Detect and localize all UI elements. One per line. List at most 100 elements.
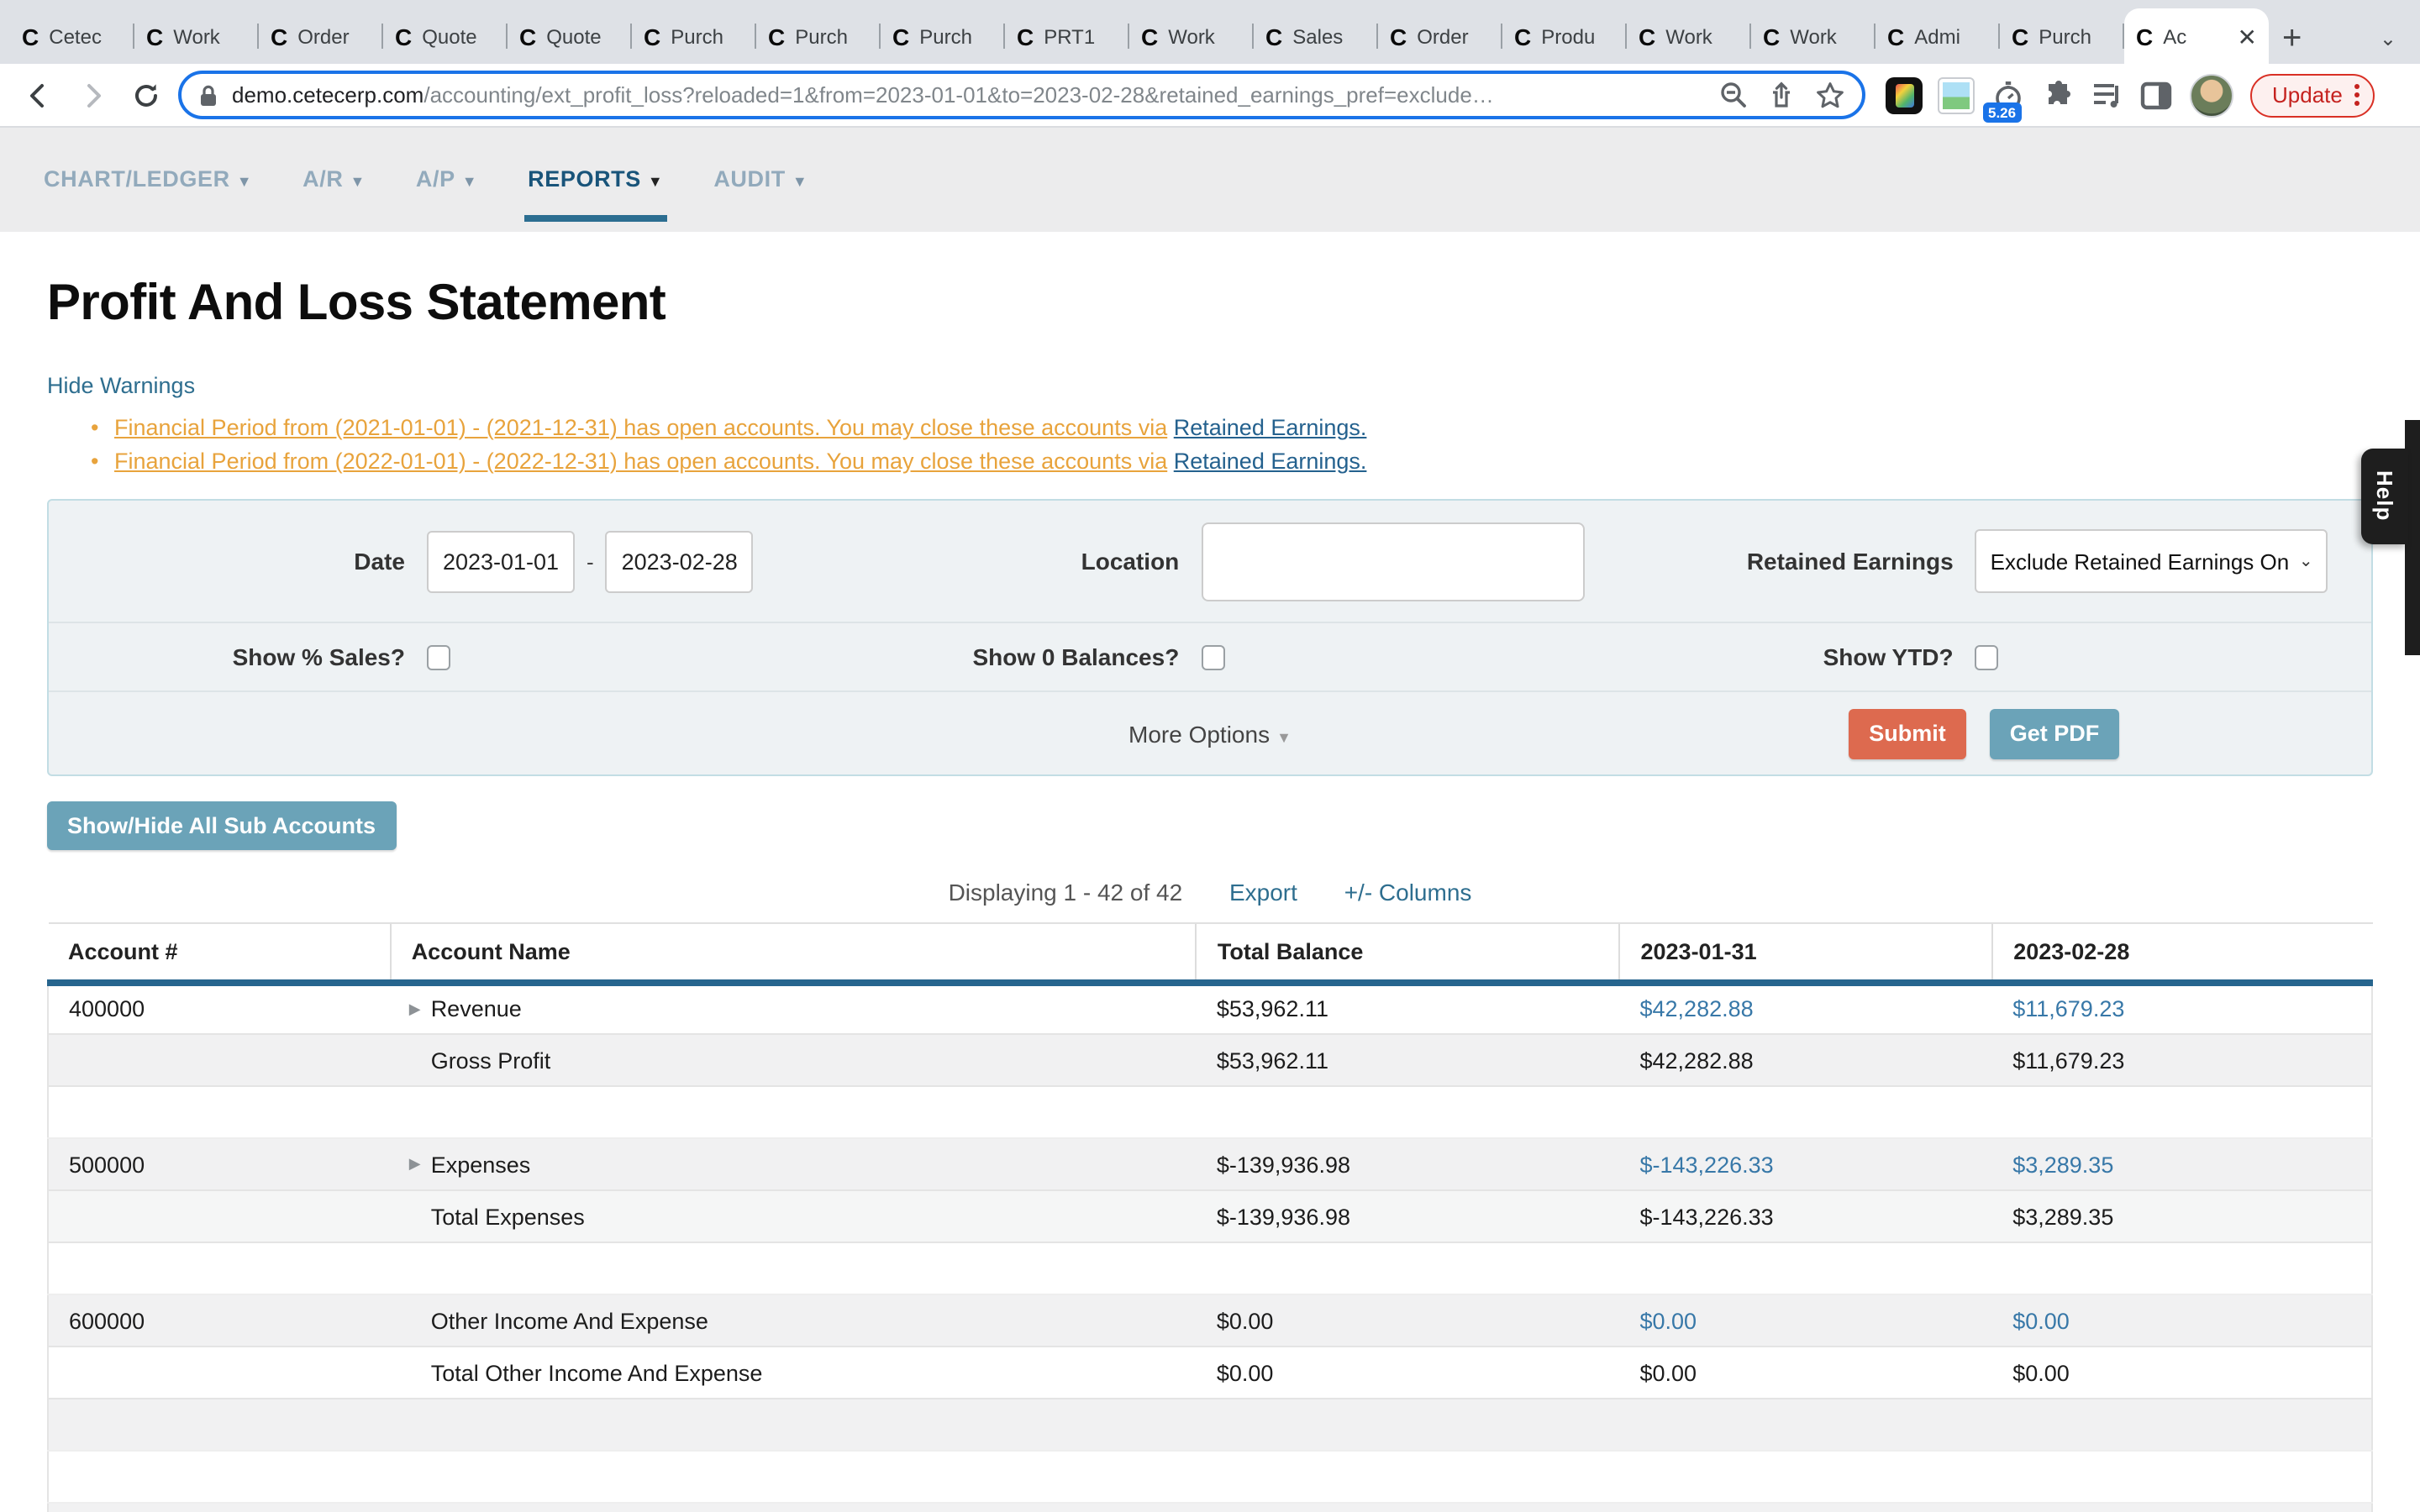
page-title: Profit And Loss Statement: [47, 232, 2373, 333]
lock-icon: [198, 83, 218, 107]
browser-tab[interactable]: CCetec: [10, 8, 134, 64]
table-row: Gross Profit $53,962.11 $42,282.88 $11,6…: [48, 1034, 2372, 1086]
cetec-favicon-icon: C: [768, 24, 785, 48]
export-link[interactable]: Export: [1229, 879, 1297, 906]
report-filter-panel: Date - Location Retained Earnings Exclud…: [47, 499, 2373, 776]
bookmark-star-icon[interactable]: [1815, 80, 1845, 110]
period1-value-link[interactable]: $0.00: [1620, 1294, 1993, 1347]
account-name: Net Income: [391, 1503, 1197, 1512]
sidebar-toggle-icon[interactable]: [2139, 80, 2173, 110]
col-header-period-2[interactable]: 2023-02-28: [1992, 923, 2372, 982]
account-name: Total Other Income And Expense: [391, 1347, 1197, 1399]
browser-tab-active[interactable]: CAc✕: [2124, 8, 2269, 64]
update-button[interactable]: Update: [2250, 73, 2375, 117]
period2-value-link[interactable]: $3,289.35: [1992, 1138, 2372, 1190]
spacer-row: [48, 1399, 2372, 1451]
submit-button[interactable]: Submit: [1849, 708, 1966, 759]
nav-audit[interactable]: AUDIT▼: [713, 165, 808, 194]
share-icon[interactable]: [1768, 81, 1795, 109]
table-row: 500000 ▶Expenses $-139,936.98 $-143,226.…: [48, 1138, 2372, 1190]
expand-arrow-icon[interactable]: ▶: [409, 1155, 421, 1173]
total-balance: $0.00: [1197, 1294, 1620, 1347]
nav-ap[interactable]: A/P▼: [416, 165, 477, 194]
cetec-favicon-icon: C: [146, 24, 163, 48]
table-row: Total Expenses $-139,936.98 $-143,226.33…: [48, 1190, 2372, 1242]
nav-reports[interactable]: REPORTS▼: [528, 165, 663, 194]
browser-tab[interactable]: CPurch: [881, 8, 1005, 64]
account-num: [48, 1503, 391, 1512]
forward-button[interactable]: [71, 73, 114, 117]
reload-button[interactable]: [124, 73, 168, 117]
help-button[interactable]: Help: [2361, 449, 2408, 544]
browser-menu-kebab-icon[interactable]: [2354, 84, 2360, 106]
browser-tab[interactable]: COrder: [1378, 8, 1502, 64]
spacer-row: [48, 1086, 2372, 1138]
col-header-account-num[interactable]: Account #: [48, 923, 391, 982]
browser-tab[interactable]: CSales: [1254, 8, 1378, 64]
browser-tab[interactable]: CPurch: [632, 8, 756, 64]
date-to-input[interactable]: [606, 530, 754, 592]
period1-value-link[interactable]: $-143,226.33: [1620, 1138, 1993, 1190]
period2-value-link[interactable]: $11,679.23: [1992, 982, 2372, 1034]
columns-link[interactable]: +/- Columns: [1344, 879, 1472, 906]
chevron-down-icon: ⌄: [2299, 552, 2313, 570]
cetec-favicon-icon: C: [1265, 24, 1282, 48]
browser-tab[interactable]: CPurch: [756, 8, 881, 64]
browser-tab[interactable]: CAdmi: [1876, 8, 2000, 64]
browser-tab[interactable]: CQuote: [383, 8, 508, 64]
photo-extension-icon[interactable]: [1938, 76, 1975, 113]
show-zero-label: Show 0 Balances?: [823, 643, 1179, 670]
tab-close-icon[interactable]: ✕: [2238, 24, 2257, 48]
location-input[interactable]: [1201, 522, 1584, 601]
browser-tab[interactable]: COrder: [259, 8, 383, 64]
browser-tab[interactable]: CProdu: [1502, 8, 1627, 64]
hide-warnings-link[interactable]: Hide Warnings: [47, 373, 195, 398]
show-hide-subaccounts-button[interactable]: Show/Hide All Sub Accounts: [47, 801, 396, 850]
new-tab-button[interactable]: +: [2282, 22, 2302, 55]
url-text: demo.cetecerp.com/accounting/ext_profit_…: [232, 82, 1706, 108]
col-header-period-1[interactable]: 2023-01-31: [1620, 923, 1993, 982]
expand-arrow-icon[interactable]: ▶: [409, 1000, 421, 1019]
chevron-down-icon: ▼: [462, 172, 477, 189]
date-from-input[interactable]: [427, 530, 575, 592]
location-label: Location: [823, 548, 1179, 575]
tab-search-chevron-icon[interactable]: ⌄: [2380, 27, 2396, 50]
period1-value: $185,509.21: [1620, 1503, 1993, 1512]
browser-tab[interactable]: CPurch: [2000, 8, 2124, 64]
displaying-count: Displaying 1 - 42 of 42: [949, 879, 1183, 906]
col-header-total-balance[interactable]: Total Balance: [1197, 923, 1620, 982]
col-header-account-name[interactable]: Account Name: [391, 923, 1197, 982]
browser-tab[interactable]: CPRT1: [1005, 8, 1129, 64]
more-options-toggle[interactable]: More Options▼: [1128, 720, 1292, 747]
get-pdf-button[interactable]: Get PDF: [1990, 708, 2120, 759]
nav-chart-ledger[interactable]: CHART/LEDGER▼: [44, 165, 252, 194]
retained-earnings-link[interactable]: Retained Earnings.: [1174, 415, 1367, 440]
total-balance: $53,962.11: [1197, 1034, 1620, 1086]
browser-toolbar: demo.cetecerp.com/accounting/ext_profit_…: [0, 64, 2420, 128]
browser-tab[interactable]: CWork: [1751, 8, 1876, 64]
browser-tab[interactable]: CQuote: [508, 8, 632, 64]
retained-earnings-link[interactable]: Retained Earnings.: [1174, 449, 1367, 474]
puzzle-extensions-icon[interactable]: [2042, 78, 2075, 112]
browser-tab[interactable]: CWork: [134, 8, 259, 64]
account-num: 600000: [48, 1294, 391, 1347]
doc-extension-icon[interactable]: [1886, 76, 1923, 113]
period1-value-link[interactable]: $42,282.88: [1620, 982, 1993, 1034]
address-bar[interactable]: demo.cetecerp.com/accounting/ext_profit_…: [178, 71, 1865, 119]
profile-avatar[interactable]: [2190, 73, 2233, 117]
back-button[interactable]: [17, 73, 60, 117]
show-sales-checkbox[interactable]: [427, 644, 450, 669]
period2-value-link[interactable]: $0.00: [1992, 1294, 2372, 1347]
stopwatch-extension-icon[interactable]: 5.26: [1990, 76, 2027, 113]
playlist-extension-icon[interactable]: [2091, 80, 2124, 110]
spacer-row: [48, 1451, 2372, 1503]
account-name: Other Income And Expense: [391, 1294, 1197, 1347]
browser-tab[interactable]: CWork: [1627, 8, 1751, 64]
nav-ar[interactable]: A/R▼: [302, 165, 366, 194]
browser-tab[interactable]: CWork: [1129, 8, 1254, 64]
show-ytd-checkbox[interactable]: [1975, 644, 1999, 669]
retained-earnings-select[interactable]: Exclude Retained Earnings On 'A ⌄: [1975, 529, 2328, 593]
cetec-favicon-icon: C: [892, 24, 909, 48]
show-zero-balances-checkbox[interactable]: [1201, 644, 1224, 669]
zoom-out-icon[interactable]: [1719, 81, 1748, 109]
